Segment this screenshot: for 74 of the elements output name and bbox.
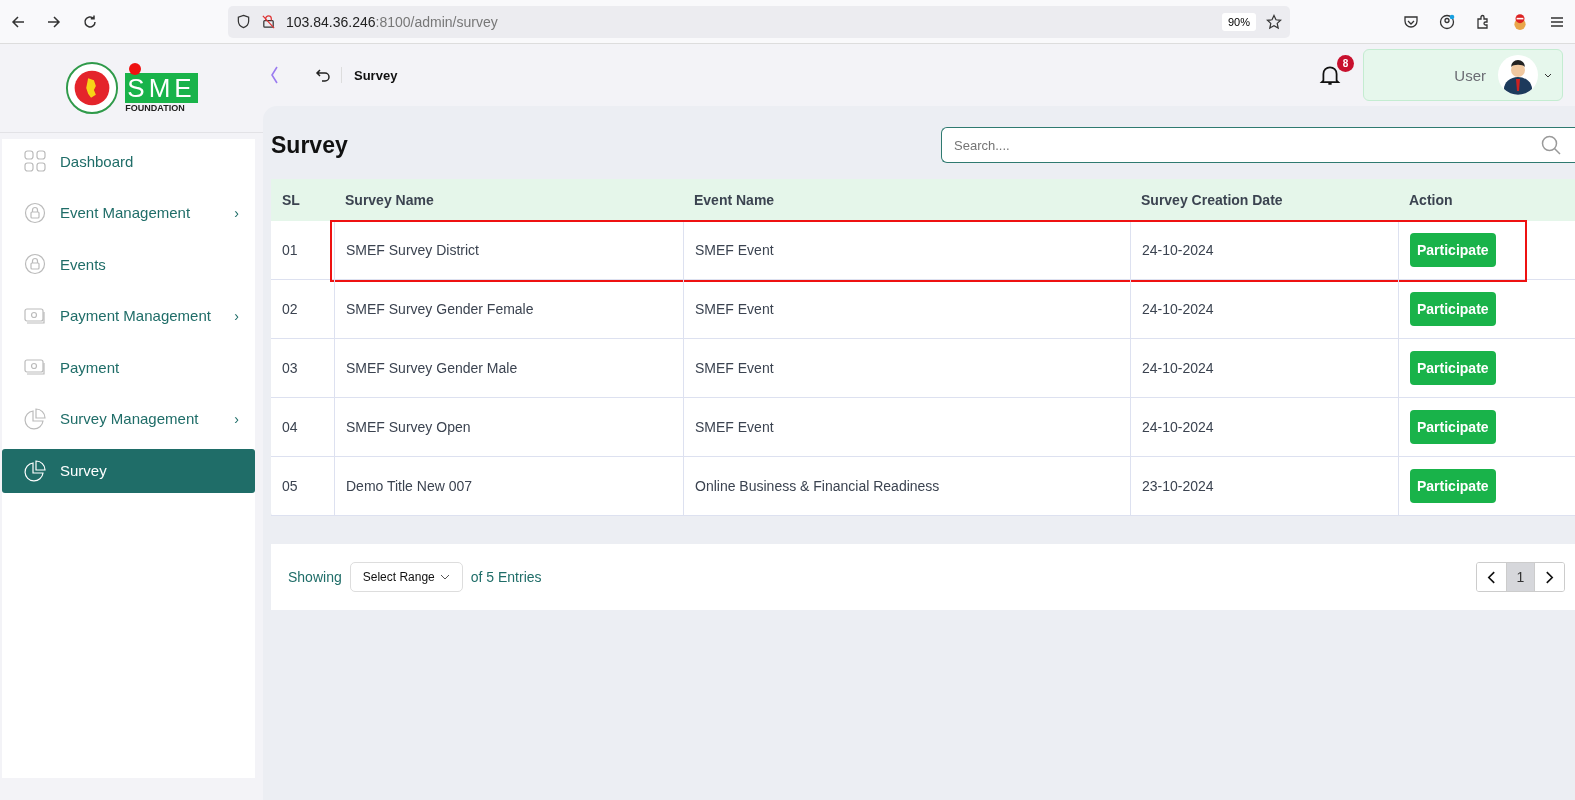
table-cell: SMEF Survey Open: [334, 398, 683, 456]
account-icon[interactable]: [1439, 13, 1455, 30]
table-cell: SMEF Survey Gender Male: [334, 339, 683, 397]
grid-icon: [24, 150, 46, 172]
table-cell: 24-10-2024: [1130, 339, 1398, 397]
table-cell: SMEF Event: [683, 280, 1130, 338]
lock-icon: [24, 201, 46, 224]
star-icon[interactable]: [1266, 13, 1282, 30]
user-menu[interactable]: User: [1363, 49, 1563, 101]
column-header: Action: [1408, 191, 1454, 210]
notification-badge: 8: [1337, 55, 1354, 72]
entries-label: of 5 Entries: [470, 569, 542, 585]
bell-icon[interactable]: [1319, 64, 1341, 86]
column-header: SL: [281, 191, 301, 210]
sme-foundation-logo: SME FOUNDATION: [125, 63, 198, 113]
table-cell: SMEF Event: [683, 221, 1130, 279]
avatar-icon: [1498, 55, 1538, 95]
undo-icon[interactable]: [315, 67, 342, 83]
page-title: Survey: [271, 131, 348, 159]
column-header: Event Name: [693, 191, 776, 210]
pie-chart-icon: [24, 407, 46, 430]
chevron-left-icon: [1487, 570, 1496, 584]
collapse-icon[interactable]: [269, 65, 279, 85]
table-cell: 24-10-2024: [1130, 221, 1398, 279]
table-cell-text: 05: [281, 477, 299, 496]
sidebar-item[interactable]: Payment Management ›: [2, 293, 255, 338]
sidebar-item[interactable]: Survey: [2, 448, 255, 493]
sidebar-item[interactable]: Events: [2, 242, 255, 287]
reload-icon[interactable]: [82, 13, 98, 30]
lock-icon: [24, 253, 46, 276]
chevron-icon: ›: [234, 410, 239, 427]
table-cell: SMEF Event: [683, 398, 1130, 456]
chevron-icon: ›: [234, 307, 239, 324]
table-cell-text: 03: [281, 359, 299, 378]
page-button[interactable]: 1: [1506, 563, 1535, 591]
sidebar-item[interactable]: Dashboard: [2, 139, 255, 183]
emblem-icon: [65, 61, 120, 115]
forward-icon[interactable]: [46, 13, 62, 30]
url-host: 103.84.36.246: [286, 13, 376, 30]
sidebar-item[interactable]: Payment: [2, 345, 255, 390]
pie-chart-icon: [24, 459, 46, 482]
pocket-icon[interactable]: [1403, 13, 1419, 30]
column-header: Survey Creation Date: [1140, 191, 1284, 210]
table-cell: SMEF Event: [683, 339, 1130, 397]
insecure-lock-icon: [261, 14, 276, 29]
zoom-level[interactable]: 90%: [1221, 12, 1256, 31]
table-cell: 23-10-2024: [1130, 457, 1398, 515]
table-cell-text: 01: [281, 241, 299, 260]
range-dropdown[interactable]: Select Range: [349, 562, 463, 592]
sidebar-item[interactable]: Survey Management ›: [2, 396, 255, 441]
table-cell: Online Business & Financial Readiness: [683, 457, 1130, 515]
showing-label: Showing: [288, 569, 342, 585]
table-cell-text: 02: [281, 300, 299, 319]
table-cell-text: 04: [281, 418, 299, 437]
table-cell: Demo Title New 007: [334, 457, 683, 515]
back-icon[interactable]: [10, 13, 26, 30]
caret-icon: [439, 574, 450, 580]
shield-icon: [236, 14, 251, 29]
search-icon: [1541, 135, 1561, 155]
table-cell: SMEF Survey District: [334, 221, 683, 279]
column-header: Survey Name: [344, 191, 435, 210]
chevron-icon: ›: [234, 204, 239, 221]
breadcrumb: Survey: [354, 67, 398, 83]
caret-icon: [1544, 72, 1552, 78]
puzzle-icon[interactable]: [1475, 13, 1491, 30]
table-cell: SMEF Survey Gender Female: [334, 280, 683, 338]
extension-icon[interactable]: [1511, 12, 1529, 31]
search-field[interactable]: Search....: [941, 127, 1575, 163]
url-path: :8100/admin/survey: [375, 13, 498, 30]
table-cell: 24-10-2024: [1130, 280, 1398, 338]
chevron-right-icon: [1545, 570, 1554, 584]
sidebar-item[interactable]: Event Management ›: [2, 190, 255, 235]
table-cell: 24-10-2024: [1130, 398, 1398, 456]
address-bar[interactable]: 103.84.36.246:8100/admin/survey 90%: [228, 5, 1290, 38]
